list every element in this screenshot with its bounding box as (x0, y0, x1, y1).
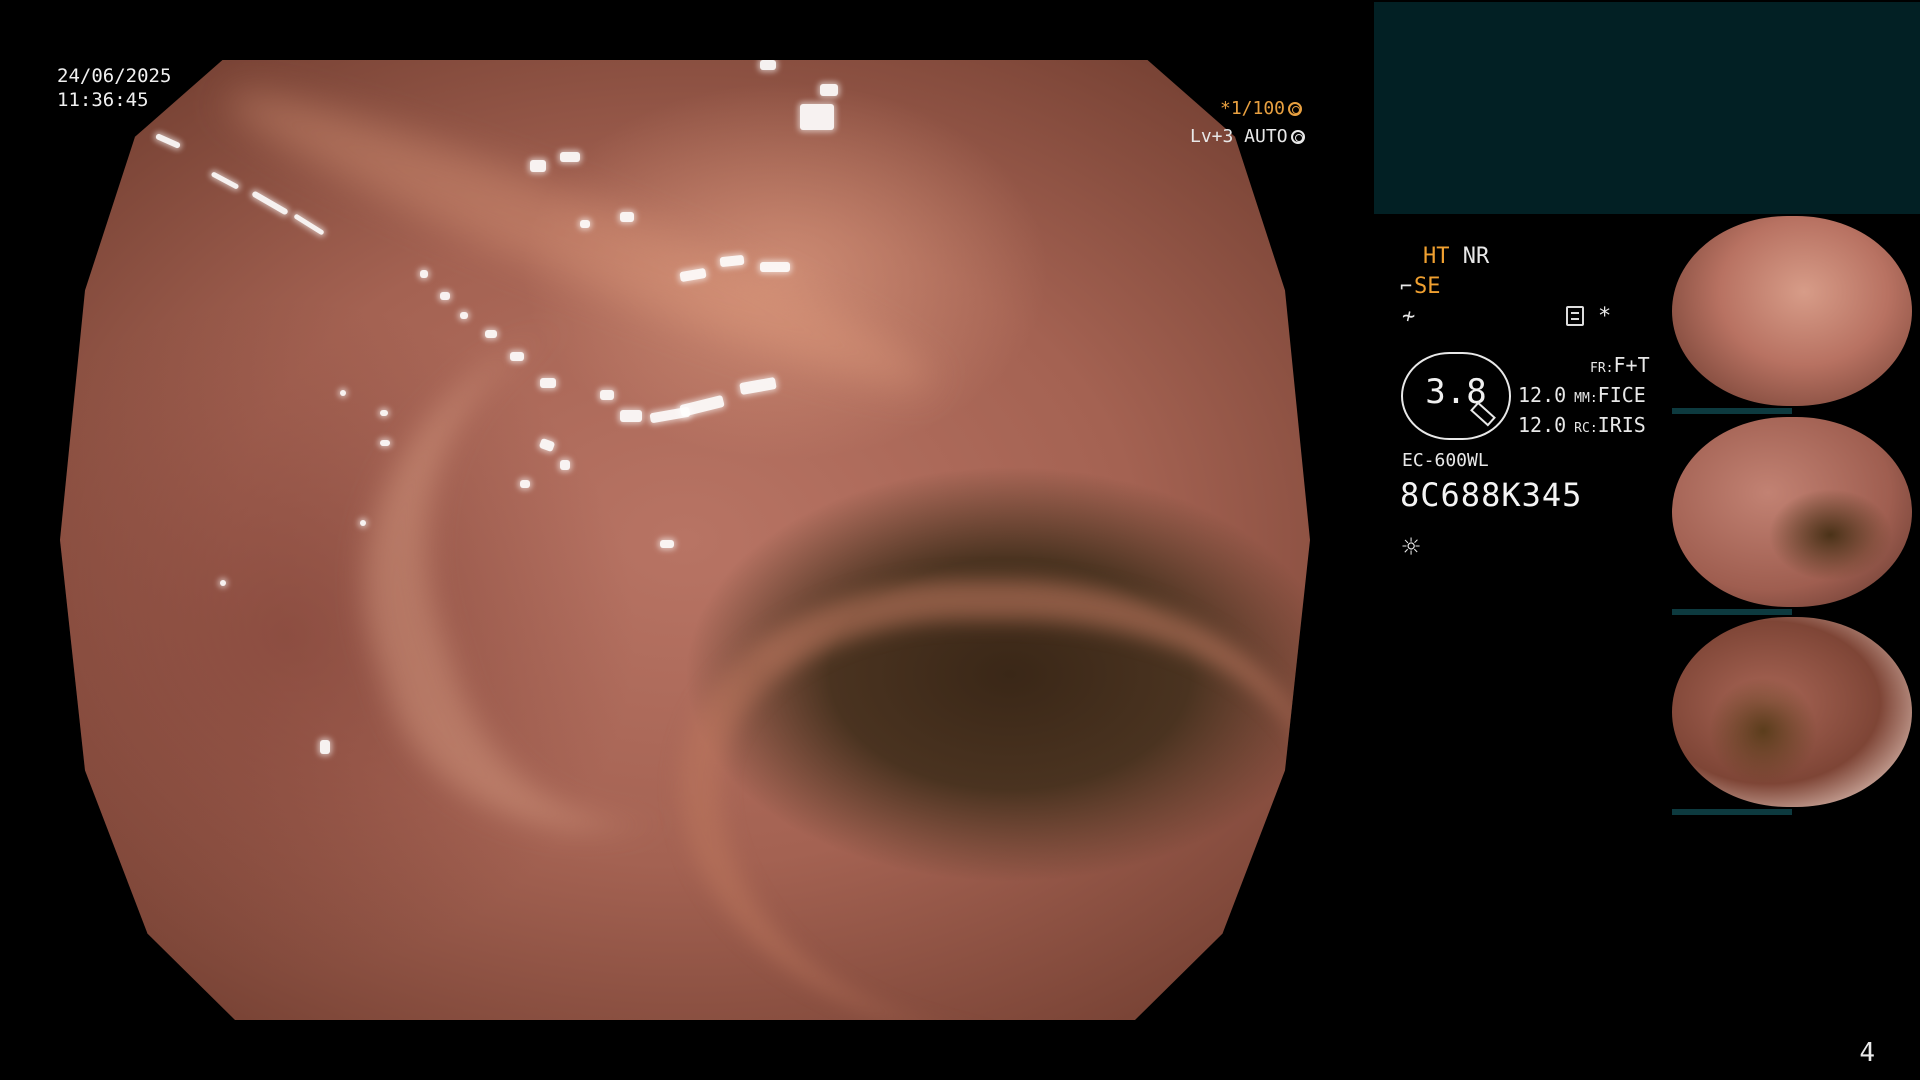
info-panel-header (1374, 2, 1920, 214)
specular-highlight (251, 190, 289, 216)
scope-model: EC-600WL (1402, 450, 1489, 471)
star-marker: * (1598, 304, 1612, 329)
lumen-edge (680, 580, 1310, 1020)
specular-highlight (620, 212, 634, 222)
specular-highlight (220, 580, 226, 586)
ht-indicator: HT (1423, 244, 1450, 269)
specular-highlight (154, 132, 182, 150)
thumbnail-image (1672, 617, 1912, 807)
zoom-value: 3.8 (1425, 372, 1487, 412)
specular-highlight (210, 171, 240, 190)
date-text: 24/06/2025 (57, 65, 172, 87)
thumbnail-bar (1672, 408, 1792, 414)
specular-highlight (679, 267, 707, 283)
thumbnail-2[interactable] (1672, 417, 1912, 615)
zoom-indicator: 3.8 (1401, 352, 1511, 440)
specular-highlight (560, 152, 580, 162)
specular-highlight (360, 520, 366, 526)
thumbnail-image (1672, 216, 1912, 406)
specular-highlight (760, 60, 776, 70)
page-number: 4 (1859, 1038, 1875, 1068)
specular-highlight (380, 440, 390, 446)
thumbnail-1[interactable] (1672, 216, 1912, 414)
thumbnail-bar (1672, 809, 1792, 815)
brightness-icon: ☼ (1402, 530, 1421, 565)
specular-highlight (679, 394, 725, 418)
param-num: 12.0 (1518, 413, 1567, 437)
specular-highlight (580, 220, 590, 228)
specular-highlight (293, 213, 325, 236)
specular-highlight (520, 480, 530, 488)
memo-icon (1566, 306, 1584, 326)
specular-highlight (820, 84, 838, 96)
param-row: 12.0 RC:IRIS (1518, 412, 1650, 442)
image-params: FR:F+T 12.0 MM:FICE 12.0 RC:IRIS (1518, 352, 1650, 442)
specular-highlight (420, 270, 428, 278)
specular-highlight (760, 262, 790, 272)
param-num: 12.0 (1518, 383, 1567, 407)
thumbnail-image (1672, 417, 1912, 607)
auto-iris-icon (1290, 130, 1305, 144)
mode-indicators: HT NR (1423, 244, 1489, 269)
param-key: MM: (1574, 391, 1598, 406)
nr-indicator: NR (1462, 244, 1490, 269)
specular-highlight (739, 376, 777, 396)
thumbnail-bar (1672, 609, 1792, 615)
specular-highlight (719, 254, 745, 268)
specular-highlight (660, 540, 674, 548)
specular-highlight (538, 437, 556, 453)
time-text: 11:36:45 (57, 89, 149, 111)
param-row: FR:F+T (1518, 352, 1650, 382)
specular-highlight (380, 410, 388, 416)
mucosal-fold (212, 60, 948, 420)
mucosal-fold (297, 231, 1013, 889)
param-value: FICE (1597, 383, 1646, 407)
se-indicator: ⌐SE (1400, 274, 1441, 299)
shutter-speed: *1/100 (1220, 98, 1303, 119)
param-row: 12.0 MM:FICE (1518, 382, 1650, 412)
exposure-level: Lv+3 AUTO (1190, 126, 1305, 147)
specular-highlight (540, 378, 556, 388)
specular-highlight (440, 292, 450, 300)
specular-highlight (460, 312, 468, 319)
endoscope-image (60, 60, 1310, 1020)
param-value: IRIS (1597, 413, 1646, 437)
specular-highlight (560, 460, 570, 470)
param-key: FR: (1590, 361, 1614, 376)
specular-highlight (340, 390, 346, 396)
specular-highlight (530, 160, 546, 172)
shutter-text: *1/100 (1220, 98, 1286, 119)
se-text: SE (1414, 274, 1441, 299)
freeze-icon: ≁ (1402, 304, 1416, 329)
timestamp: 24/06/2025 11:36:45 (57, 64, 171, 112)
param-value: F+T (1613, 353, 1650, 377)
exposure-level-text: Lv+3 AUTO (1190, 126, 1288, 147)
scope-tip-icon: ⌐ (1400, 274, 1413, 298)
specular-highlight (320, 740, 330, 754)
specular-highlight (620, 410, 642, 422)
shutter-icon (1288, 102, 1303, 116)
specular-highlight (510, 352, 524, 361)
specular-highlight (600, 390, 614, 400)
specular-highlight (485, 330, 497, 338)
param-key: RC: (1574, 421, 1598, 436)
thumbnail-3[interactable] (1672, 617, 1912, 815)
specular-highlight (800, 104, 834, 130)
scope-serial: 8C688K345 (1400, 476, 1583, 514)
